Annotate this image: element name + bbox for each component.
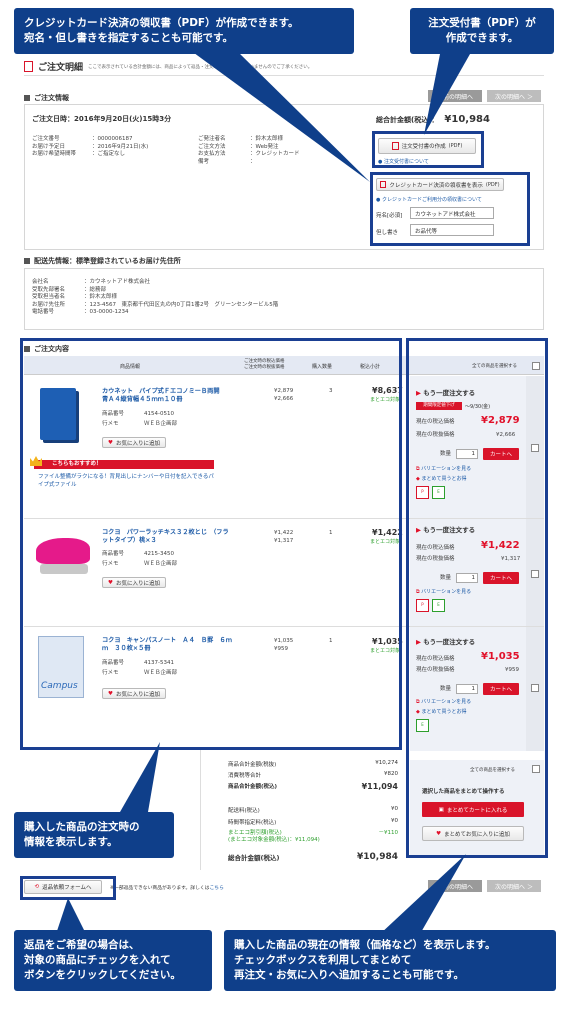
receipt-highlight: [372, 131, 484, 168]
order-right-values: ：鈴木太郎様 ：Web発注 ：クレジットカード ：: [250, 136, 300, 165]
footer-next-button[interactable]: 次の明細へ ＞: [487, 880, 541, 892]
order-info-heading: ご注文情報: [24, 93, 69, 103]
order-left-values: ：0000006187 ：2016年9月21日(水) ：ご指定なし: [92, 136, 149, 157]
order-datetime: ご注文日時：2016年9月20日(火)15時3分: [32, 115, 172, 123]
callout-return: 返品をご希望の場合は、 対象の商品にチェックを入れて ボタンをクリックしてくださ…: [14, 930, 212, 991]
return-note-link[interactable]: こちら: [209, 886, 223, 891]
order-total: 総合計金額(税込)： ¥10,984: [376, 114, 490, 125]
summary-row-1: 商品合計金額(税抜) ¥10,274: [228, 760, 398, 768]
page-note: ここで表示されている合計金額には、商品によって返品・注文取消が反映されていません…: [88, 64, 313, 70]
square-bullet-icon: [24, 95, 30, 101]
delivery-values: ：カウネットアド株式会社 ：総務部 ：鈴木太郎様 ：123-4567 東京都千代…: [84, 279, 279, 315]
summary-row-7: 総合計金額(税込) ¥10,984: [228, 852, 398, 862]
return-note: ※一部返品できない商品があります。詳しくはこちら: [110, 886, 224, 891]
square-bullet-icon: [24, 258, 30, 264]
callout-current-info: 購入した商品の現在の情報（価格など）を表示します。 チェックボックスを利用してま…: [224, 930, 556, 991]
pointer-mid-left-shape: [120, 742, 160, 812]
current-info-highlight: [406, 338, 548, 858]
callout-cc-receipt: クレジットカード決済の領収書（PDF）が作成できます。 宛名・但し書きを指定する…: [14, 8, 354, 54]
order-time-info-highlight: [20, 338, 402, 750]
page-title: ご注文明細: [38, 63, 84, 73]
callout-order-receipt: 注文受付書（PDF）が 作成できます。: [410, 8, 554, 54]
delivery-heading: 配送先情報：標準登録されているお届け先住所: [24, 256, 181, 266]
summary-row-2: 消費税等合計 ¥820: [228, 771, 398, 779]
return-button-highlight: [20, 876, 116, 900]
page-title-area: ご注文明細 ここで表示されている合計金額には、商品によって返品・注文取消が反映さ…: [24, 58, 544, 76]
pointer-bottom-left-shape: [56, 898, 86, 934]
summary-row-5: 時間帯指定料(税込) ¥0: [228, 818, 398, 826]
order-right-labels: ご発注者名 ご注文方法 お支払方法 備考: [198, 136, 226, 165]
summary-row-4: 配送料(税込) ¥0: [228, 806, 398, 814]
callout-order-time-info: 購入した商品の注文時の 情報を表示します。: [14, 812, 174, 858]
summary-row-6: まとエコ割引額(税込) (まとエコ対象金額(税込)：¥11,094) －¥110: [228, 830, 398, 843]
cc-receipt-highlight: [370, 172, 530, 246]
delivery-labels: 会社名 受取先部署名 受取担当者名 お届け先住所 電話番号: [32, 279, 66, 315]
footer-prev-button[interactable]: ＜前の明細へ: [428, 880, 482, 892]
order-left-labels: ご注文番号 お届け予定日 お届け希望時間帯: [32, 136, 77, 157]
prev-detail-button[interactable]: ＜前の明細へ: [428, 90, 482, 102]
summary-row-3: 商品合計金額(税込) ¥11,094: [228, 782, 398, 791]
next-detail-button[interactable]: 次の明細へ ＞: [487, 90, 541, 102]
document-icon: [24, 61, 33, 72]
